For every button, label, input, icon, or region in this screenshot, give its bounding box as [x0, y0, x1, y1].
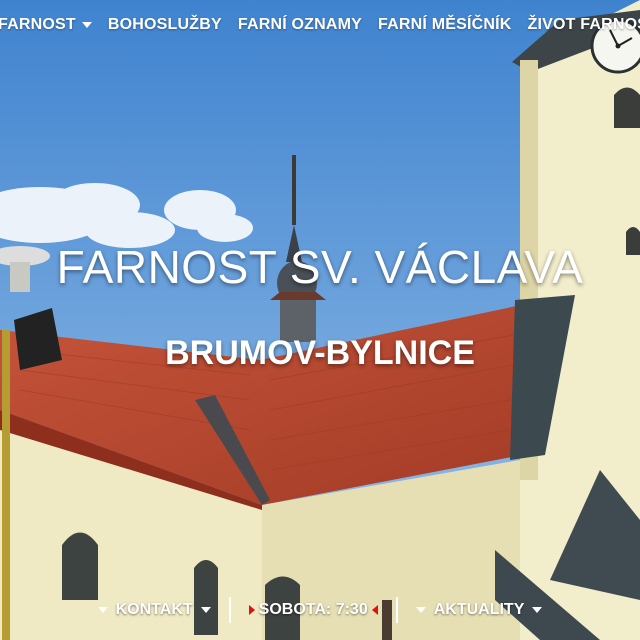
church-photo	[0, 0, 640, 640]
bottom-info-bar: KONTAKT SOBOTA: 7:30 AKTUALITY	[0, 594, 640, 626]
nav-item-label: FARNÍ MĚSÍČNÍK	[378, 16, 512, 33]
chevron-down-icon	[97, 607, 108, 613]
service-time-label: SOBOTA: 7:30	[258, 601, 368, 618]
page-subtitle: BRUMOV-BYLNICE	[165, 334, 475, 372]
arrow-right-icon	[248, 605, 255, 615]
chevron-down-icon	[81, 22, 92, 28]
main-navigation: FARNOST BOHOSLUŽBY FARNÍ OZNAMY FARNÍ MĚ…	[0, 0, 640, 50]
nav-item-farni-mesicnik[interactable]: FARNÍ MĚSÍČNÍK	[370, 16, 519, 34]
nav-item-label: BOHOSLUŽBY	[107, 16, 222, 33]
hero-background	[0, 0, 640, 640]
nav-item-bohosluzby[interactable]: BOHOSLUŽBY	[100, 16, 230, 34]
nav-item-farni-oznamy[interactable]: FARNÍ OZNAMY	[230, 16, 370, 34]
divider	[395, 597, 398, 623]
contact-label: KONTAKT	[115, 601, 193, 618]
nav-item-label: ŽIVOT FARNOSTI	[527, 16, 640, 33]
chevron-down-icon	[200, 607, 211, 613]
divider	[228, 597, 231, 623]
nav-item-farnost[interactable]: FARNOST	[0, 16, 100, 34]
news-dropdown[interactable]: AKTUALITY	[415, 601, 543, 619]
chevron-down-icon	[532, 607, 543, 613]
service-time-ticker[interactable]: SOBOTA: 7:30	[248, 601, 378, 619]
news-label: AKTUALITY	[433, 601, 525, 618]
nav-item-zivot-farnosti[interactable]: ŽIVOT FARNOSTI	[520, 16, 640, 34]
nav-item-label: FARNOST	[0, 16, 76, 33]
chevron-down-icon	[415, 607, 426, 613]
contact-dropdown[interactable]: KONTAKT	[97, 601, 211, 619]
page-title: FARNOST SV. VÁCLAVA	[56, 241, 584, 293]
nav-item-label: FARNÍ OZNAMY	[237, 16, 363, 33]
arrow-left-icon	[371, 605, 378, 615]
